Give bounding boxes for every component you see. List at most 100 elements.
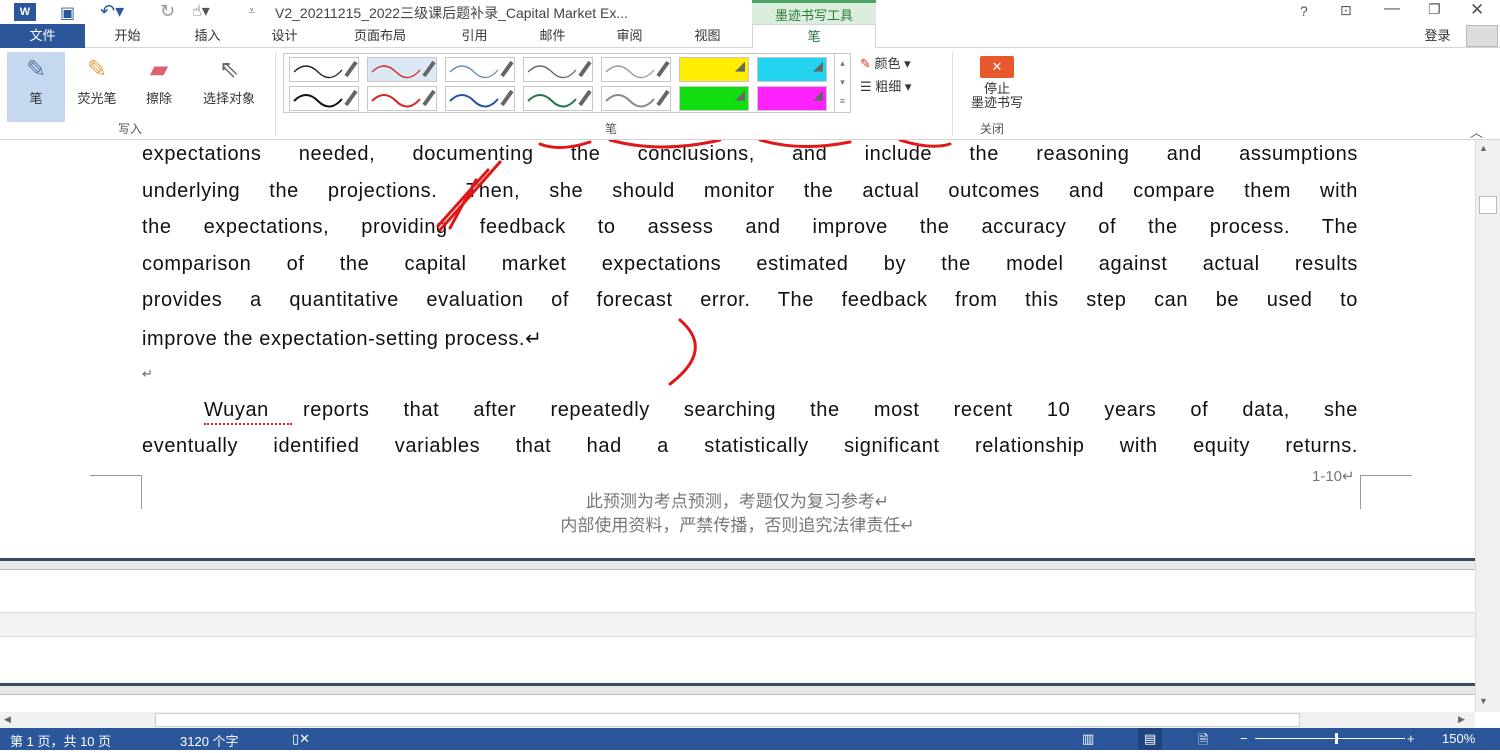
stop-label-1: 停止 (983, 81, 1010, 96)
login-link[interactable]: 登录 (1410, 24, 1465, 48)
undo-icon[interactable]: ↶▾ (100, 1, 124, 22)
document-area[interactable]: expectations needed, documenting the con… (0, 140, 1475, 712)
color-label: 颜色 (874, 56, 901, 71)
pen-style-swatch[interactable] (523, 86, 593, 111)
window-title: V2_20211215_2022三级课后题补录_Capital Market E… (275, 5, 629, 21)
ink-tools-context-tab: 墨迹书写工具 (752, 0, 876, 26)
stop-inking-button[interactable]: ✕ 停止 墨迹书写 (958, 56, 1036, 110)
doc-line: Wuyan reports that after repeatedly sear… (204, 399, 1358, 421)
pens-group-label: 笔 (605, 122, 618, 136)
restore-button[interactable]: ❐ (1428, 1, 1441, 18)
gallery-scroll[interactable]: ▴ ▾ ≡ (834, 54, 850, 112)
pen-style-swatch[interactable] (367, 57, 437, 82)
spell-error-underline (204, 423, 292, 425)
scroll-up-icon[interactable]: ▲ (1479, 143, 1488, 153)
proofing-icon[interactable]: ▯✕ (292, 731, 310, 747)
ribbon-display-icon[interactable]: ⊡ (1340, 2, 1352, 19)
tab-references[interactable]: 引用 (442, 24, 507, 48)
thickness-icon: ☰ (860, 79, 872, 94)
tab-layout[interactable]: 页面布局 (335, 24, 425, 48)
save-icon[interactable]: ▣ (60, 3, 75, 23)
scroll-down-icon[interactable]: ▼ (1479, 696, 1488, 706)
pen-style-swatch[interactable] (523, 57, 593, 82)
status-bar: 第 1 页，共 10 页 3120 个字 ▯✕ ▥ ▤ 🗎 − + 150% (0, 728, 1500, 750)
ribbon-tabs: 文件 开始 插入 设计 页面布局 引用 邮件 审阅 视图 笔 登录 (0, 24, 1500, 49)
pen-style-swatch[interactable] (601, 86, 671, 111)
vertical-scrollbar[interactable]: ▲ ▼ (1475, 140, 1500, 712)
pen-style-swatch[interactable] (289, 86, 359, 111)
print-layout-icon[interactable]: ▤ (1138, 728, 1163, 750)
scroll-thumb[interactable] (155, 713, 1300, 727)
write-group-label: 写入 (118, 122, 143, 136)
minimize-button[interactable]: — (1384, 0, 1400, 18)
zoom-in-icon[interactable]: + (1407, 731, 1415, 746)
word-count[interactable]: 3120 个字 (180, 731, 239, 750)
ink-strokes (436, 140, 952, 386)
ink-stroke (538, 140, 592, 149)
scroll-thumb[interactable] (1479, 196, 1497, 214)
thickness-label: 粗细 (875, 79, 902, 94)
pen-style-swatch[interactable]: ◢ (679, 86, 749, 111)
pen-style-swatch[interactable] (445, 86, 515, 111)
page-number: 1-10↵ (1312, 468, 1355, 485)
tab-view[interactable]: 视图 (675, 24, 740, 48)
word-logo-icon: W (14, 3, 36, 21)
footer-line: 此预测为考点预测，考题仅为复习参考↵ (585, 492, 890, 511)
zoom-slider-thumb[interactable] (1335, 733, 1338, 744)
eraser-label: 擦除 (145, 91, 172, 106)
stop-icon: ✕ (980, 56, 1014, 78)
tab-insert[interactable]: 插入 (175, 24, 240, 48)
tab-pen[interactable]: 笔 (752, 24, 876, 49)
group-divider (275, 52, 276, 136)
customize-qat-icon[interactable]: ⩡ (248, 3, 255, 19)
help-button[interactable]: ? (1300, 3, 1308, 19)
pen-style-swatch[interactable] (445, 57, 515, 82)
close-button[interactable]: ✕ (1470, 0, 1484, 20)
group-divider (952, 52, 953, 136)
pen-style-swatch[interactable] (601, 57, 671, 82)
page-break (0, 683, 1475, 695)
tab-home[interactable]: 开始 (95, 24, 160, 48)
pen-style-swatch[interactable] (367, 86, 437, 111)
select-objects-button[interactable]: ⇖ 选择对象 (192, 52, 266, 114)
tab-design[interactable]: 设计 (252, 24, 317, 48)
ink-stroke (436, 168, 490, 228)
scroll-right-icon[interactable]: ▶ (1458, 714, 1465, 725)
ribbon: ✎ 笔 ✎ 荧光笔 ▰ 擦除 ⇖ 选择对象 写入 ◢ ◢ ◢ ◢ ▴ ▾ ≡ 笔 ✎ 颜色 … (0, 48, 1500, 140)
pen-style-swatch[interactable]: ◢ (757, 57, 827, 82)
horizontal-scrollbar[interactable]: ◀ ▶ (0, 712, 1475, 728)
pen-style-swatch[interactable] (289, 57, 359, 82)
highlighter-label: 荧光笔 (77, 91, 117, 106)
scroll-left-icon[interactable]: ◀ (4, 714, 11, 725)
zoom-out-icon[interactable]: − (1240, 731, 1248, 746)
touch-mode-icon[interactable]: ☝▾ (192, 1, 210, 21)
pen-style-swatch[interactable]: ◢ (757, 86, 827, 111)
select-objects-label: 选择对象 (202, 91, 255, 106)
stop-label-2: 墨迹书写 (970, 95, 1023, 110)
thickness-button[interactable]: ☰ 粗细 ▾ (860, 76, 911, 95)
ink-stroke (608, 140, 722, 149)
close-group-label: 关闭 (980, 122, 1005, 136)
cursor-arrow-icon: ⇖ (218, 56, 240, 83)
tab-review[interactable]: 审阅 (597, 24, 662, 48)
pen-button[interactable]: ✎ 笔 (7, 52, 65, 122)
zoom-slider[interactable] (1255, 733, 1405, 744)
page-count[interactable]: 第 1 页，共 10 页 (10, 731, 111, 750)
read-mode-icon[interactable]: ▥ (1082, 731, 1094, 747)
ink-stroke (758, 140, 852, 148)
eraser-button[interactable]: ▰ 擦除 (130, 52, 188, 114)
highlighter-button[interactable]: ✎ 荧光笔 (68, 52, 126, 114)
tab-mailings[interactable]: 邮件 (520, 24, 585, 48)
pen-label: 笔 (29, 91, 43, 106)
collapse-ribbon-icon[interactable]: ︿ (1470, 122, 1483, 141)
redo-icon[interactable]: ↻ (160, 1, 175, 22)
pen-icon: ✎ (25, 56, 47, 83)
eraser-icon: ▰ (149, 56, 169, 83)
color-button[interactable]: ✎ 颜色 ▾ (860, 53, 911, 72)
pen-style-swatch[interactable]: ◢ (679, 57, 749, 82)
tab-file[interactable]: 文件 (0, 24, 85, 48)
zoom-level[interactable]: 150% (1442, 731, 1475, 746)
avatar[interactable] (1466, 25, 1498, 47)
title-bar: W ▣ ↶▾ ↻ ☝▾ ⩡ V2_20211215_2022三级课后题补录_Ca… (0, 0, 1500, 26)
ink-stroke (668, 318, 697, 386)
